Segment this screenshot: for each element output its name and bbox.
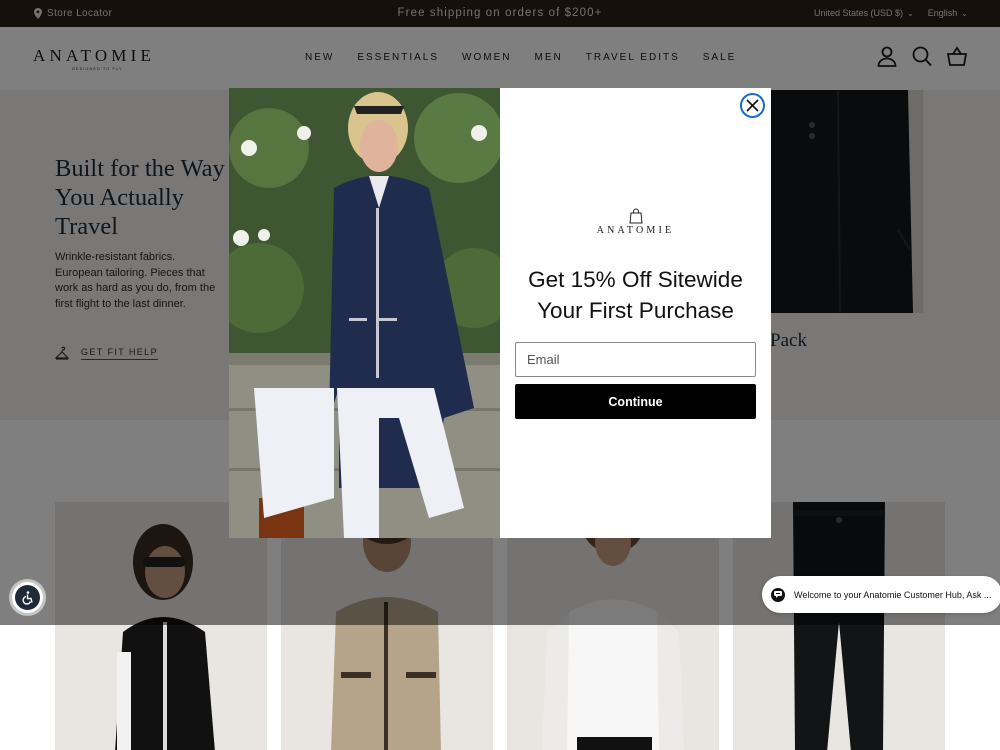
accessibility-icon	[22, 591, 33, 605]
modal-logo: ANATOMIE	[500, 208, 771, 236]
close-icon	[746, 99, 759, 112]
model-in-jacket-image	[229, 88, 500, 538]
chat-widget[interactable]: Welcome to your Anatomie Customer Hub, A…	[762, 576, 1000, 613]
signup-modal: ANATOMIE Get 15% Off Sitewide Your First…	[229, 88, 771, 538]
offer-headline-line2: Your First Purchase	[537, 298, 734, 323]
bag-logo-icon	[628, 208, 643, 224]
accessibility-button[interactable]	[12, 582, 43, 613]
modal-form: ANATOMIE Get 15% Off Sitewide Your First…	[500, 88, 771, 538]
email-input[interactable]	[515, 342, 756, 377]
offer-headline: Get 15% Off Sitewide Your First Purchase	[500, 264, 771, 326]
modal-photo	[229, 88, 500, 538]
close-button[interactable]	[740, 93, 765, 118]
modal-logo-wordmark: ANATOMIE	[596, 225, 675, 236]
chat-message: Welcome to your Anatomie Customer Hub, A…	[794, 589, 992, 600]
continue-button[interactable]: Continue	[515, 384, 756, 419]
offer-headline-line1: Get 15% Off Sitewide	[528, 267, 743, 292]
chat-bubble-icon	[771, 587, 785, 602]
